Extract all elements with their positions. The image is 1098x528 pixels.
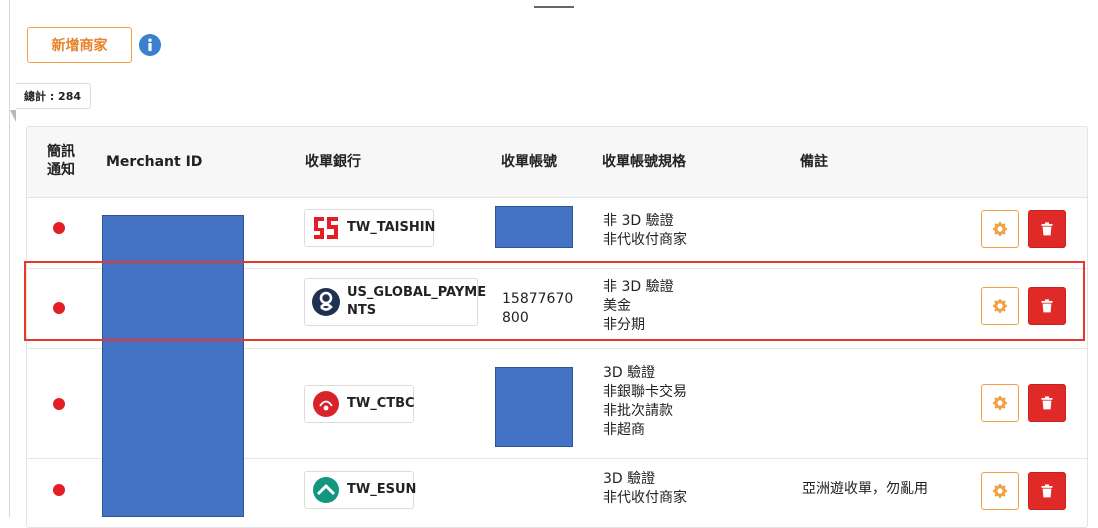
account-spec: 3D 驗證 非銀聯卡交易 非批次請款 非超商 xyxy=(603,364,687,440)
account-spec: 非 3D 驗證 非代收付商家 xyxy=(603,212,687,250)
tag-notch xyxy=(10,110,16,122)
sms-status-dot xyxy=(53,484,65,496)
gear-icon xyxy=(993,396,1007,410)
bank-badge-esun: TW_ESUN xyxy=(304,471,417,509)
header-note: 備註 xyxy=(800,154,828,170)
ctbc-logo-icon xyxy=(313,391,339,417)
gear-icon xyxy=(993,484,1007,498)
total-count-tag: 總計 : 284 xyxy=(16,83,91,109)
redacted-account-no xyxy=(495,367,573,447)
cropped-header-fragment xyxy=(534,0,574,8)
spec-line: 3D 驗證 xyxy=(603,471,656,487)
trash-icon xyxy=(1041,484,1053,498)
bank-label: TW_CTBC xyxy=(347,396,415,411)
settings-button[interactable] xyxy=(981,384,1019,422)
spec-line: 非銀聯卡交易 xyxy=(603,384,687,400)
taishin-logo-icon xyxy=(314,217,338,239)
header-sms-line2: 通知 xyxy=(47,162,75,178)
gear-icon xyxy=(993,222,1007,236)
delete-button[interactable] xyxy=(1028,472,1066,510)
header-sms-notification: 簡訊 通知 xyxy=(47,143,75,179)
settings-button[interactable] xyxy=(981,210,1019,248)
redacted-account-no xyxy=(495,206,573,248)
bank-badge-ctbc: TW_CTBC xyxy=(304,385,415,423)
delete-button[interactable] xyxy=(1028,210,1066,248)
trash-icon xyxy=(1041,396,1053,410)
spec-line: 非 3D 驗證 xyxy=(603,213,674,229)
total-count-label: 總計 : 284 xyxy=(24,90,82,103)
esun-logo-icon xyxy=(313,477,339,503)
add-merchant-button[interactable]: 新增商家 xyxy=(27,27,132,63)
spec-line: 非超商 xyxy=(603,422,645,438)
spec-line: 非批次請款 xyxy=(603,403,673,419)
header-account-no: 收單帳號 xyxy=(501,154,557,170)
delete-button[interactable] xyxy=(1028,384,1066,422)
bank-label: TW_TAISHIN xyxy=(347,220,436,235)
info-icon[interactable] xyxy=(139,34,161,56)
sms-status-dot xyxy=(53,398,65,410)
table-header: 簡訊 通知 Merchant ID 收單銀行 收單帳號 收單帳號規格 備註 xyxy=(27,127,1087,198)
spec-line: 非代收付商家 xyxy=(603,490,687,506)
settings-button[interactable] xyxy=(981,472,1019,510)
header-merchant-id: Merchant ID xyxy=(106,154,203,170)
header-acquiring-bank: 收單銀行 xyxy=(305,154,361,170)
bank-badge-taishin: TW_TAISHIN xyxy=(304,209,436,247)
account-spec: 3D 驗證 非代收付商家 xyxy=(603,470,687,508)
sms-status-dot xyxy=(53,222,65,234)
spec-line: 3D 驗證 xyxy=(603,365,656,381)
header-sms-line1: 簡訊 xyxy=(47,144,75,160)
spec-line: 非代收付商家 xyxy=(603,232,687,248)
left-border xyxy=(9,0,10,517)
highlighted-row-outline xyxy=(24,261,1085,341)
bank-label: TW_ESUN xyxy=(347,482,417,497)
trash-icon xyxy=(1041,222,1053,236)
header-account-spec: 收單帳號規格 xyxy=(602,154,686,170)
note-text: 亞洲遊收單，勿亂用 xyxy=(802,481,928,497)
